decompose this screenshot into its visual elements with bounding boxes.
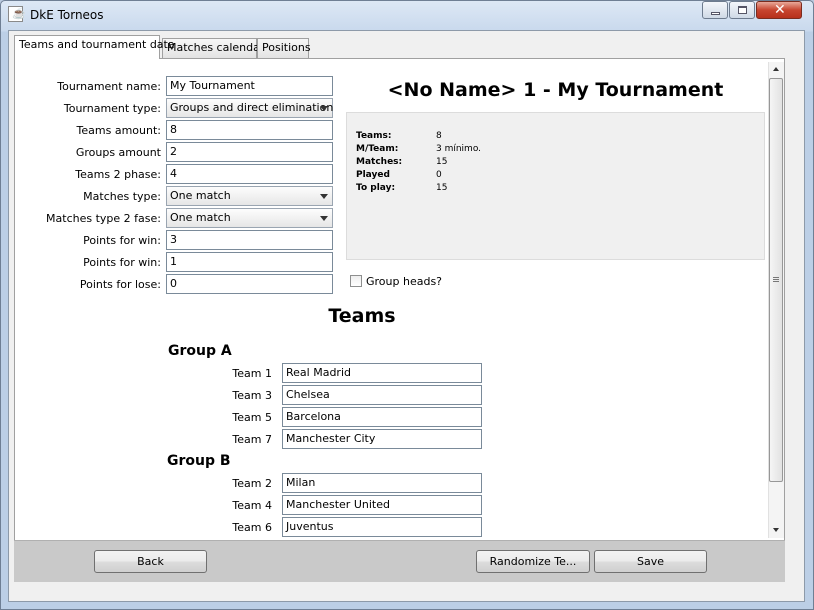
info-played-value: 0	[436, 170, 442, 180]
team-label: Team 7	[232, 433, 272, 446]
minimize-icon	[711, 12, 720, 15]
grip-icon	[773, 277, 779, 278]
teams-title: Teams	[328, 305, 396, 327]
java-icon: ☕	[8, 6, 26, 22]
info-played-key: Played	[356, 170, 390, 180]
team-field[interactable]: Juventus	[282, 517, 482, 537]
tournament-name-label: Tournament name:	[57, 80, 161, 93]
group-a-header: Group A	[168, 343, 232, 359]
info-matches-value: 15	[436, 157, 448, 167]
team-field[interactable]: Chelsea	[282, 385, 482, 405]
close-button[interactable]: ✕	[756, 1, 802, 19]
teams-amount-field[interactable]: 8	[166, 120, 333, 140]
team-field[interactable]: Barcelona	[282, 407, 482, 427]
chevron-down-icon	[320, 194, 328, 199]
chevron-down-icon	[320, 216, 328, 221]
matches-type-select[interactable]: One match	[166, 186, 333, 206]
info-mteam-key: M/Team:	[356, 144, 399, 154]
window-title: DkE Torneos	[30, 8, 104, 22]
tournament-title: <No Name> 1 - My Tournament	[387, 79, 724, 101]
points-win-field[interactable]: 3	[166, 230, 333, 250]
tournament-name-field[interactable]: My Tournament	[166, 76, 333, 96]
teams-amount-label: Teams amount:	[76, 124, 161, 137]
team-field[interactable]: Manchester City	[282, 429, 482, 449]
maximize-button[interactable]	[729, 1, 755, 19]
back-button[interactable]: Back	[94, 550, 207, 573]
tournament-type-label: Tournament type:	[63, 102, 161, 115]
teams-2-phase-label: Teams 2 phase:	[75, 168, 161, 181]
scroll-up-icon[interactable]	[773, 67, 779, 71]
randomize-teams-button[interactable]: Randomize Te...	[476, 550, 590, 573]
points-lose-field[interactable]: 0	[166, 274, 333, 294]
group-b-header: Group B	[167, 453, 231, 469]
teams-2-phase-field[interactable]: 4	[166, 164, 333, 184]
tournament-type-select[interactable]: Groups and direct elimination	[166, 98, 333, 118]
team-label: Team 3	[232, 389, 272, 402]
tournament-info-panel	[346, 112, 765, 260]
info-to-play-key: To play:	[356, 183, 396, 193]
scrollbar-thumb[interactable]	[769, 78, 783, 482]
chevron-down-icon	[320, 106, 328, 111]
points-lose-label: Points for lose:	[79, 278, 161, 291]
matches-type-2-select[interactable]: One match	[166, 208, 333, 228]
team-label: Team 4	[232, 499, 272, 512]
tournament-type-value: Groups and direct elimination	[170, 101, 334, 114]
points-win-2-label: Points for win:	[83, 256, 161, 269]
points-win-label: Points for win:	[83, 234, 161, 247]
group-heads-label: Group heads?	[366, 275, 443, 288]
scroll-down-icon[interactable]	[773, 528, 779, 532]
group-heads-checkbox[interactable]	[350, 275, 362, 287]
groups-amount-field[interactable]: 2	[166, 142, 333, 162]
team-label: Team 2	[232, 477, 272, 490]
info-mteam-value: 3 mínimo.	[436, 144, 482, 154]
team-field[interactable]: Real Madrid	[282, 363, 482, 383]
matches-type-value: One match	[170, 189, 231, 202]
save-button[interactable]: Save	[594, 550, 707, 573]
maximize-icon	[738, 6, 747, 14]
team-label: Team 1	[232, 367, 272, 380]
points-win-2-field[interactable]: 1	[166, 252, 333, 272]
groups-amount-label: Groups amount	[75, 146, 161, 159]
tab-matches-calendar[interactable]: Matches calendar	[162, 38, 264, 58]
info-matches-key: Matches:	[356, 157, 403, 167]
info-teams-key: Teams:	[356, 131, 392, 141]
team-field[interactable]: Milan	[282, 473, 482, 493]
info-to-play-value: 15	[436, 183, 448, 193]
tab-teams-data[interactable]: Teams and tournament data	[14, 35, 175, 59]
info-teams-value: 8	[436, 131, 442, 141]
team-field[interactable]: Manchester United	[282, 495, 482, 515]
team-label: Team 5	[232, 411, 272, 424]
close-icon: ✕	[774, 2, 786, 18]
matches-type-2-value: One match	[170, 211, 231, 224]
minimize-button[interactable]	[702, 1, 728, 19]
tab-positions[interactable]: Positions	[257, 38, 311, 58]
matches-type-2-label: Matches type 2 fase:	[46, 212, 161, 225]
team-label: Team 6	[232, 521, 272, 534]
matches-type-label: Matches type:	[83, 190, 161, 203]
